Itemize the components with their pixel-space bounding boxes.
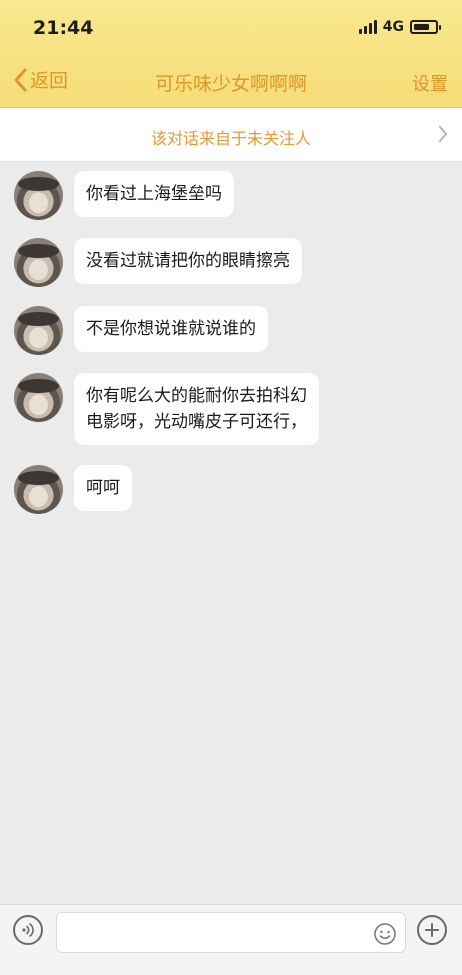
avatar[interactable] bbox=[14, 306, 63, 355]
plus-button[interactable] bbox=[417, 915, 447, 945]
message-bubble[interactable]: 没看过就请把你的眼睛擦亮 bbox=[74, 238, 302, 284]
notice-text: 该对话来自于未关注人 bbox=[150, 129, 311, 148]
chat-title: 可乐味少女啊啊啊 bbox=[154, 73, 307, 95]
message-input[interactable] bbox=[56, 912, 406, 953]
top-bar: 21:44 4G 返回 可乐味少女啊啊啊 设置 bbox=[0, 0, 462, 108]
stranger-notice[interactable]: 该对话来自于未关注人 bbox=[0, 108, 462, 162]
settings-button[interactable]: 设置 bbox=[412, 70, 448, 96]
message-row: 你看过上海堡垒吗 bbox=[14, 171, 234, 220]
input-bar bbox=[0, 904, 462, 975]
chevron-right-icon bbox=[439, 126, 447, 142]
message-row: 不是你想说谁就说谁的 bbox=[14, 306, 268, 355]
message-bubble[interactable]: 呵呵 bbox=[74, 465, 132, 511]
voice-button[interactable] bbox=[13, 915, 43, 945]
message-bubble[interactable]: 你有呢么大的能耐你去拍科幻 电影呀，光动嘴皮子可还行， bbox=[74, 373, 319, 445]
avatar[interactable] bbox=[14, 238, 63, 287]
status-time: 21:44 bbox=[33, 17, 94, 39]
voice-icon bbox=[22, 923, 34, 937]
message-row: 你有呢么大的能耐你去拍科幻 电影呀，光动嘴皮子可还行， bbox=[14, 373, 319, 445]
plus-icon bbox=[425, 923, 439, 937]
message-bubble[interactable]: 不是你想说谁就说谁的 bbox=[74, 306, 268, 352]
avatar[interactable] bbox=[14, 171, 63, 220]
emoji-icon[interactable] bbox=[373, 922, 397, 946]
battery-icon bbox=[410, 20, 441, 34]
signal-icon bbox=[358, 20, 377, 34]
avatar[interactable] bbox=[14, 465, 63, 514]
message-row: 没看过就请把你的眼睛擦亮 bbox=[14, 238, 302, 287]
network-type: 4G bbox=[382, 19, 404, 35]
avatar[interactable] bbox=[14, 373, 63, 422]
message-row: 呵呵 bbox=[14, 465, 132, 514]
status-indicators: 4G bbox=[358, 19, 441, 35]
message-bubble[interactable]: 你看过上海堡垒吗 bbox=[74, 171, 234, 217]
